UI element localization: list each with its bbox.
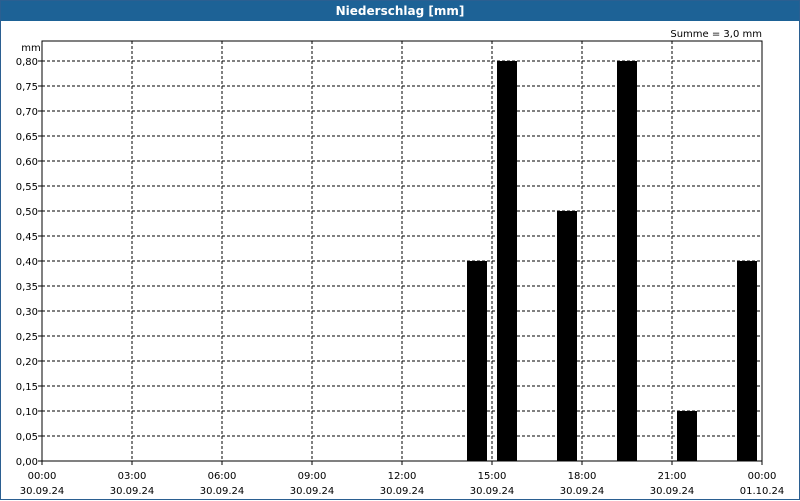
x-tick-time-label: 06:00 xyxy=(208,471,237,482)
x-tick-time-label: 12:00 xyxy=(388,471,417,482)
x-tick-date-label: 30.09.24 xyxy=(470,486,515,497)
x-tick-time-label: 00:00 xyxy=(748,471,777,482)
x-tick-date-label: 30.09.24 xyxy=(650,486,695,497)
x-tick-date-label: 30.09.24 xyxy=(110,486,155,497)
y-tick-label: 0,15 xyxy=(16,382,38,393)
precipitation-bar xyxy=(737,261,757,461)
x-tick-date-label: 30.09.24 xyxy=(560,486,605,497)
precipitation-bar xyxy=(677,411,697,461)
chart-window: Niederschlag [mm] 0,00 0,05 0,10 0,15 0,20 0,… xyxy=(0,0,800,500)
y-tick-label: 0,75 xyxy=(16,82,38,93)
y-tick-label: 0,40 xyxy=(16,257,38,268)
y-tick-label: 0,30 xyxy=(16,307,38,318)
x-tick-date-label: 30.09.24 xyxy=(20,486,65,497)
precipitation-bar xyxy=(497,61,517,461)
precipitation-bar xyxy=(617,61,637,461)
y-axis-unit-label: mm xyxy=(21,43,40,54)
y-tick-label: 0,20 xyxy=(16,357,38,368)
x-tick-date-label: 01.10.24 xyxy=(740,486,785,497)
precipitation-bar xyxy=(467,261,487,461)
x-tick-time-label: 00:00 xyxy=(28,471,57,482)
y-tick-label: 0,00 xyxy=(16,457,38,468)
y-tick-label: 0,25 xyxy=(16,332,38,343)
x-tick-time-label: 09:00 xyxy=(298,471,327,482)
x-tick-time-label: 15:00 xyxy=(478,471,507,482)
y-tick-label: 0,60 xyxy=(16,157,38,168)
y-tick-label: 0,45 xyxy=(16,232,38,243)
x-tick-date-label: 30.09.24 xyxy=(380,486,425,497)
y-tick-label: 0,70 xyxy=(16,107,38,118)
precipitation-bar xyxy=(557,211,577,461)
x-tick-time-label: 18:00 xyxy=(568,471,597,482)
x-tick-time-label: 21:00 xyxy=(658,471,687,482)
y-tick-label: 0,65 xyxy=(16,132,38,143)
y-tick-label: 0,55 xyxy=(16,182,38,193)
precipitation-chart: 0,00 0,05 0,10 0,15 0,20 0,25 0,30 0,35 0,40 0,45… xyxy=(16,29,785,497)
y-tick-label: 0,05 xyxy=(16,432,38,443)
x-tick-time-label: 03:00 xyxy=(118,471,147,482)
y-tick-label: 0,80 xyxy=(16,57,38,68)
y-tick-label: 0,10 xyxy=(16,407,38,418)
sum-label: Summe = 3,0 mm xyxy=(670,29,762,40)
y-tick-label: 0,35 xyxy=(16,282,38,293)
x-tick-date-label: 30.09.24 xyxy=(200,486,245,497)
y-tick-label: 0,50 xyxy=(16,207,38,218)
x-tick-date-label: 30.09.24 xyxy=(290,486,335,497)
